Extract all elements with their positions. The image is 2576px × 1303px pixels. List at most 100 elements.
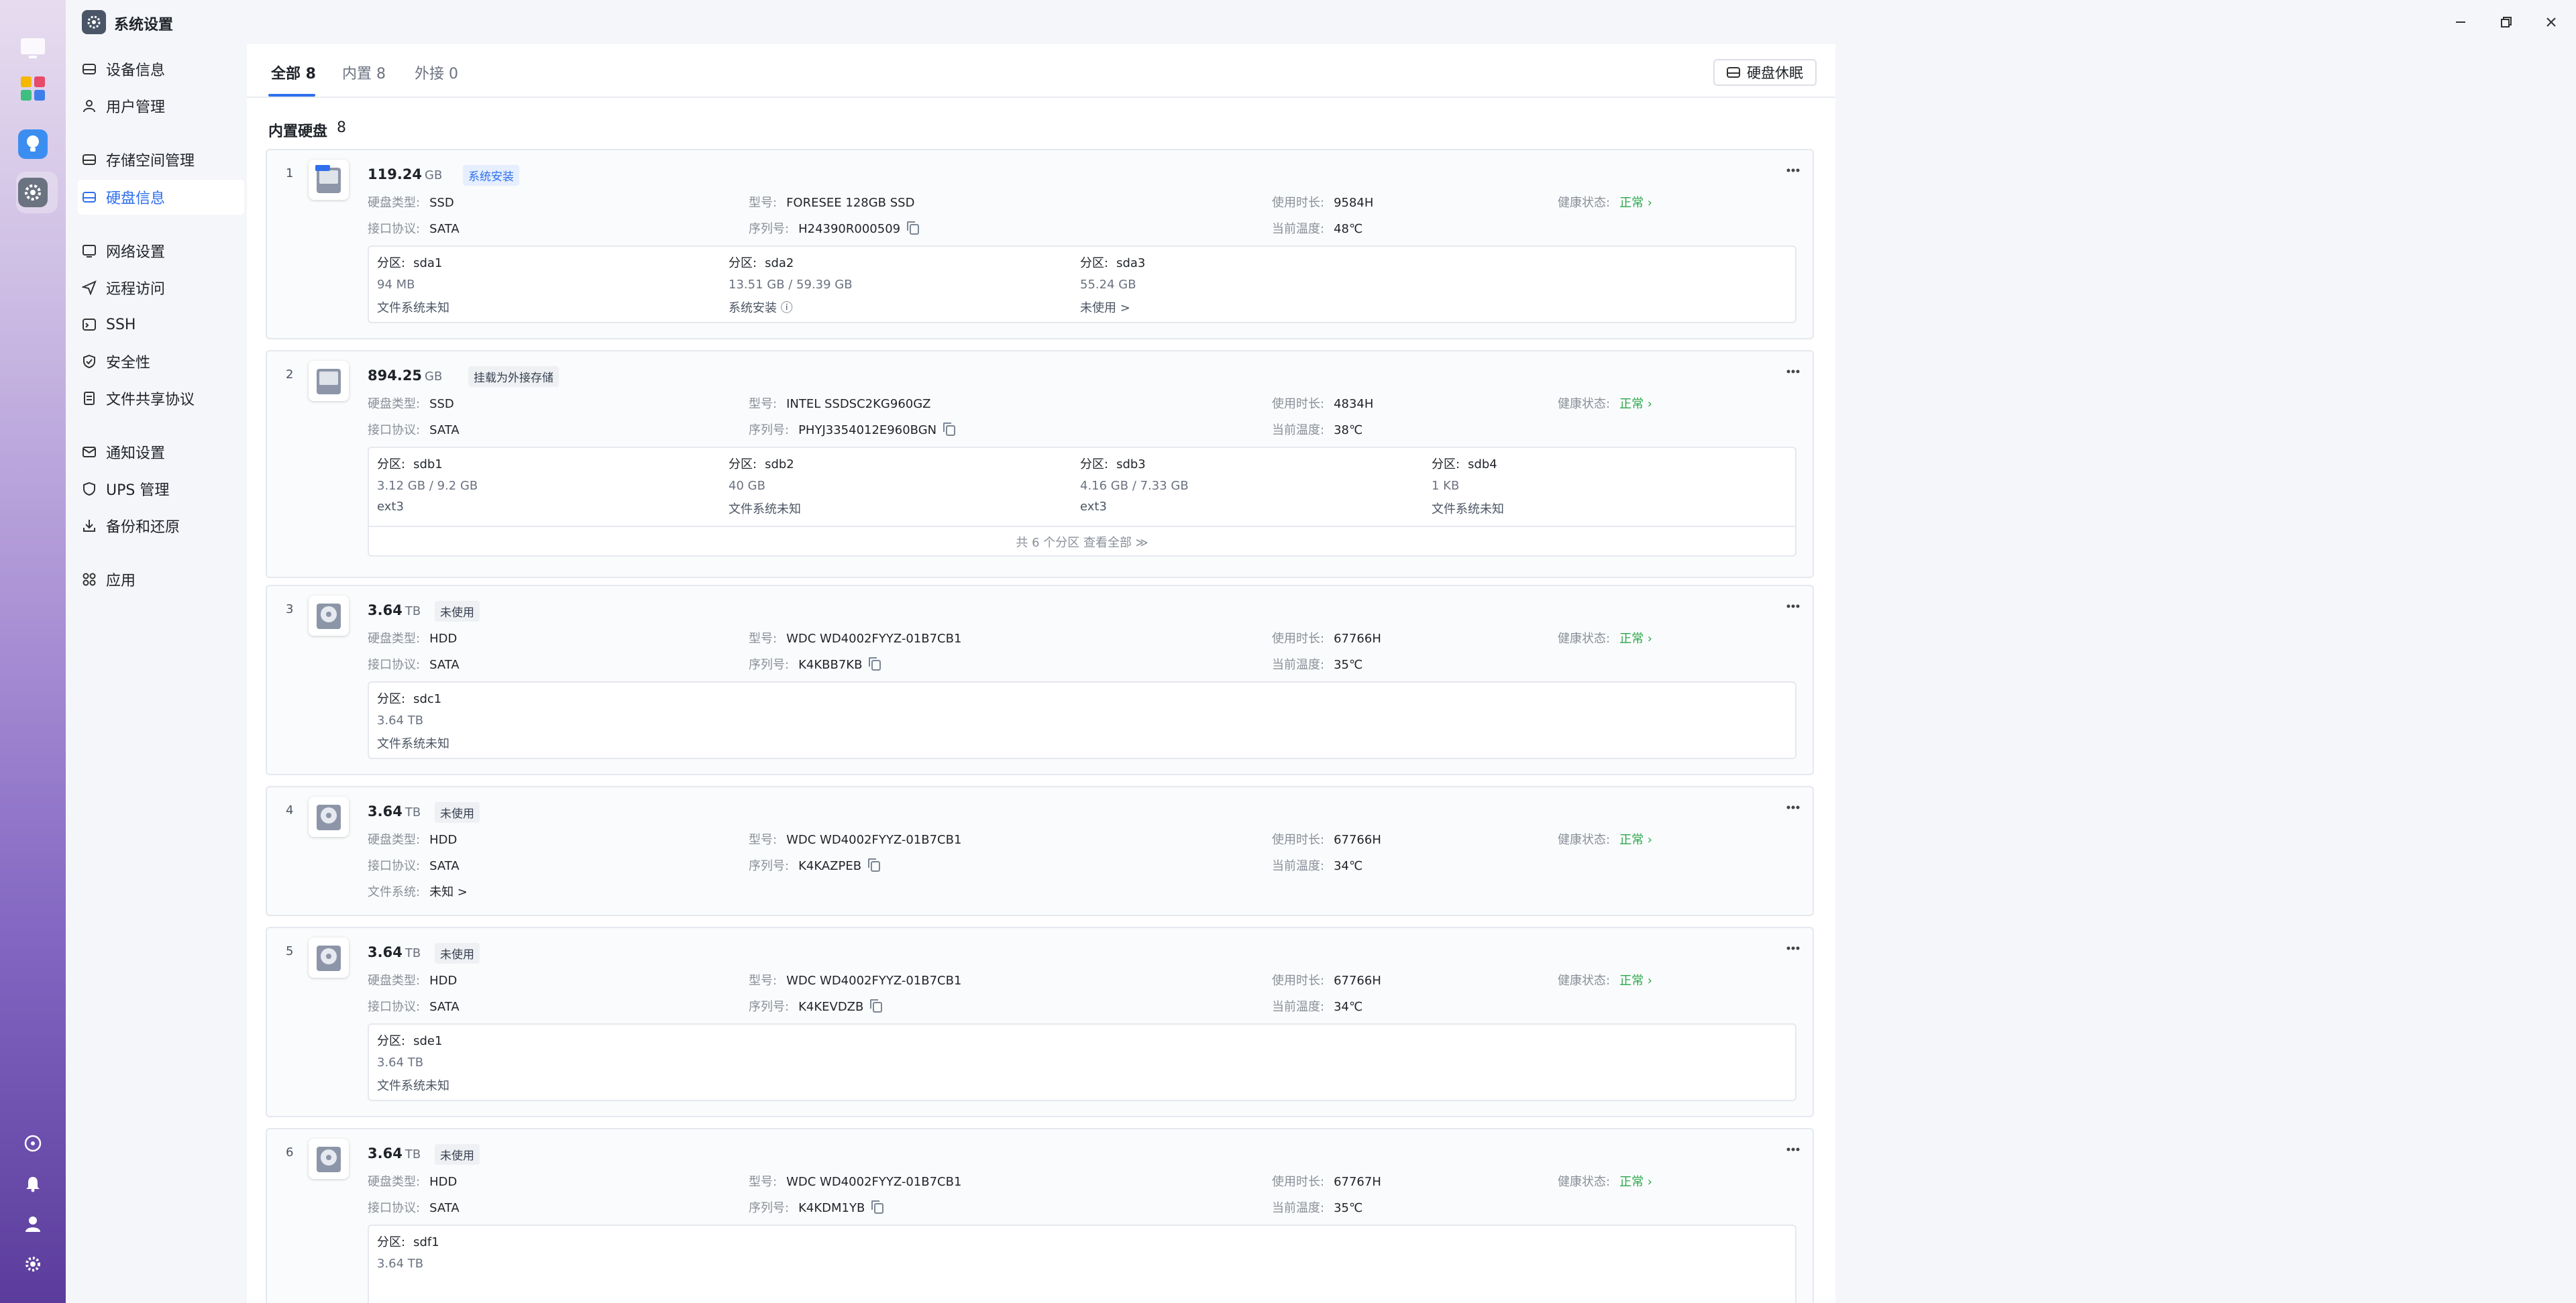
disk-capacity: 119.24 GB (368, 166, 443, 182)
disk-sleep-button[interactable]: 硬盘休眠 (1713, 59, 1817, 86)
terminal-icon (80, 316, 98, 333)
sidebar-item-disk-info[interactable]: 硬盘信息 (78, 180, 244, 215)
app-dock (0, 0, 66, 1303)
sidebar-item-ups[interactable]: UPS 管理 (78, 471, 244, 506)
sidebar-item-network[interactable]: 网络设置 (78, 233, 244, 268)
more-options-icon[interactable] (1783, 365, 1803, 378)
copy-icon[interactable] (943, 422, 956, 436)
section-count: 8 (337, 119, 346, 136)
tips-icon[interactable] (18, 129, 48, 159)
copy-icon[interactable] (868, 858, 881, 872)
minimize-button[interactable] (2451, 12, 2471, 32)
partition-item: 分区: sdf1 3.64 TB (377, 1235, 439, 1271)
settings-app-icon[interactable] (18, 178, 48, 207)
title-bar: 系统设置 (66, 0, 2576, 44)
disk-health[interactable]: 健康状态: 正常 › (1558, 193, 1652, 211)
partition-panel: 分区: sda1 94 MB 文件系统未知 分区: sda2 13.51 GB / … (368, 245, 1796, 323)
disk-index: 4 (286, 803, 294, 817)
status-badge: 未使用 (435, 1144, 480, 1165)
hard-drive-icon (80, 60, 98, 78)
sidebar: 设备信息 用户管理 存储空间管理 硬盘信息 网络设置 远程访问 SSH 安全性 (66, 44, 247, 1303)
disk-filesystem[interactable]: 文件系统: 未知 > (368, 883, 468, 900)
disk-type: 硬盘类型: HDD (368, 1175, 458, 1189)
disk-info-panel: 全部 8 内置 8 外接 0 硬盘休眠 内置硬盘 8 1 119.24 GB 系统… (247, 44, 1835, 1303)
more-options-icon[interactable] (1783, 942, 1803, 955)
tab-all[interactable]: 全部 8 (271, 62, 316, 83)
disk-health[interactable]: 健康状态: 正常 › (1558, 830, 1652, 848)
notification-bell-icon[interactable] (23, 1174, 43, 1194)
desktop-icon[interactable] (18, 34, 48, 63)
hard-drive-icon (1727, 67, 1740, 78)
sidebar-item-user-management[interactable]: 用户管理 (78, 89, 244, 123)
copy-icon[interactable] (869, 657, 881, 671)
partition-item[interactable]: 分区: sda3 55.24 GB 未使用 > (1080, 253, 1429, 316)
sidebar-item-storage-management[interactable]: 存储空间管理 (78, 142, 244, 177)
ssd-disk-icon (309, 160, 349, 200)
partition-item: 分区: sda2 13.51 GB / 59.39 GB 系统安装 ⓘ (729, 256, 853, 315)
disk-capacity: 3.64 TB (368, 1145, 421, 1162)
user-icon (80, 97, 98, 115)
disk-health[interactable]: 健康状态: 正常 › (1558, 629, 1652, 646)
tab-external[interactable]: 外接 0 (415, 62, 458, 83)
tab-bar: 全部 8 内置 8 外接 0 硬盘休眠 (247, 44, 1835, 98)
disk-index: 2 (286, 367, 294, 382)
network-icon (80, 242, 98, 260)
sidebar-item-label: 网络设置 (106, 244, 166, 261)
disk-usage-hours: 使用时长: 9584H (1272, 196, 1374, 210)
more-options-icon[interactable] (1783, 164, 1803, 177)
disk-interface: 接口协议: SATA (368, 658, 460, 672)
tab-internal[interactable]: 内置 8 (342, 62, 386, 83)
copy-icon[interactable] (870, 999, 883, 1013)
sidebar-item-label: 存储空间管理 (106, 153, 195, 170)
disk-usage-hours: 使用时长: 67767H (1272, 1175, 1381, 1189)
disk-serial: 序列号: PHYJ3354012E960BGN (749, 420, 956, 438)
more-options-icon[interactable] (1783, 801, 1803, 814)
sidebar-item-notifications[interactable]: 通知设置 (78, 435, 244, 469)
gear-icon[interactable] (23, 1254, 43, 1274)
sidebar-item-ssh[interactable]: SSH (78, 307, 244, 342)
help-icon[interactable] (23, 1133, 43, 1153)
disk-card: 2 894.25 GB 挂载为外接存储 硬盘类型: SSD 接口协议: SATA 型号… (266, 350, 1814, 578)
sidebar-item-label: 硬盘信息 (106, 190, 166, 207)
disk-model: 型号: FORESEE 128GB SSD (749, 196, 915, 210)
sidebar-item-remote-access[interactable]: 远程访问 (78, 270, 244, 305)
copy-icon[interactable] (871, 1200, 884, 1214)
disk-serial: 序列号: K4KAZPEB (749, 856, 881, 874)
disk-model: 型号: WDC WD4002FYYZ-01B7CB1 (749, 833, 962, 847)
maximize-button[interactable] (2496, 12, 2516, 32)
section-title: 内置硬盘 (268, 123, 328, 140)
partition-item: 分区: sdc1 3.64 TB 文件系统未知 (377, 692, 449, 751)
settings-gear-icon (82, 10, 106, 34)
document-icon (80, 390, 98, 407)
partition-panel: 分区: sdb1 3.12 GB / 9.2 GB ext3 分区: sdb2 40… (368, 447, 1796, 557)
status-badge: 未使用 (435, 943, 480, 964)
app-center-icon[interactable] (18, 74, 48, 103)
sidebar-item-device-info[interactable]: 设备信息 (78, 52, 244, 87)
sidebar-item-backup-restore[interactable]: 备份和还原 (78, 508, 244, 543)
disk-index: 6 (286, 1145, 294, 1159)
disk-temperature: 当前温度: 34℃ (1272, 1000, 1363, 1014)
hdd-disk-icon (309, 1139, 349, 1179)
disk-health[interactable]: 健康状态: 正常 › (1558, 1172, 1652, 1190)
view-all-partitions-link[interactable]: 共 6 个分区 查看全部 ≫ (369, 526, 1795, 557)
partition-item: 分区: sdb2 40 GB 文件系统未知 (729, 457, 801, 516)
sidebar-item-security[interactable]: 安全性 (78, 344, 244, 379)
disk-interface: 接口协议: SATA (368, 423, 460, 437)
disk-sleep-label: 硬盘休眠 (1747, 65, 1803, 81)
sidebar-item-apps[interactable]: 应用 (78, 562, 244, 597)
disk-serial: 序列号: K4KBB7KB (749, 655, 881, 673)
storage-icon (80, 151, 98, 168)
disk-health[interactable]: 健康状态: 正常 › (1558, 971, 1652, 988)
disk-health[interactable]: 健康状态: 正常 › (1558, 394, 1652, 412)
more-options-icon[interactable] (1783, 1143, 1803, 1156)
sidebar-item-label: SSH (106, 316, 136, 333)
mail-icon (80, 443, 98, 461)
sidebar-item-label: 应用 (106, 573, 136, 589)
sidebar-item-file-sharing[interactable]: 文件共享协议 (78, 381, 244, 416)
copy-icon[interactable] (907, 221, 920, 235)
send-icon (80, 279, 98, 296)
disk-capacity: 3.64 TB (368, 602, 421, 618)
more-options-icon[interactable] (1783, 600, 1803, 613)
close-button[interactable] (2541, 12, 2561, 32)
user-icon[interactable] (23, 1214, 43, 1234)
